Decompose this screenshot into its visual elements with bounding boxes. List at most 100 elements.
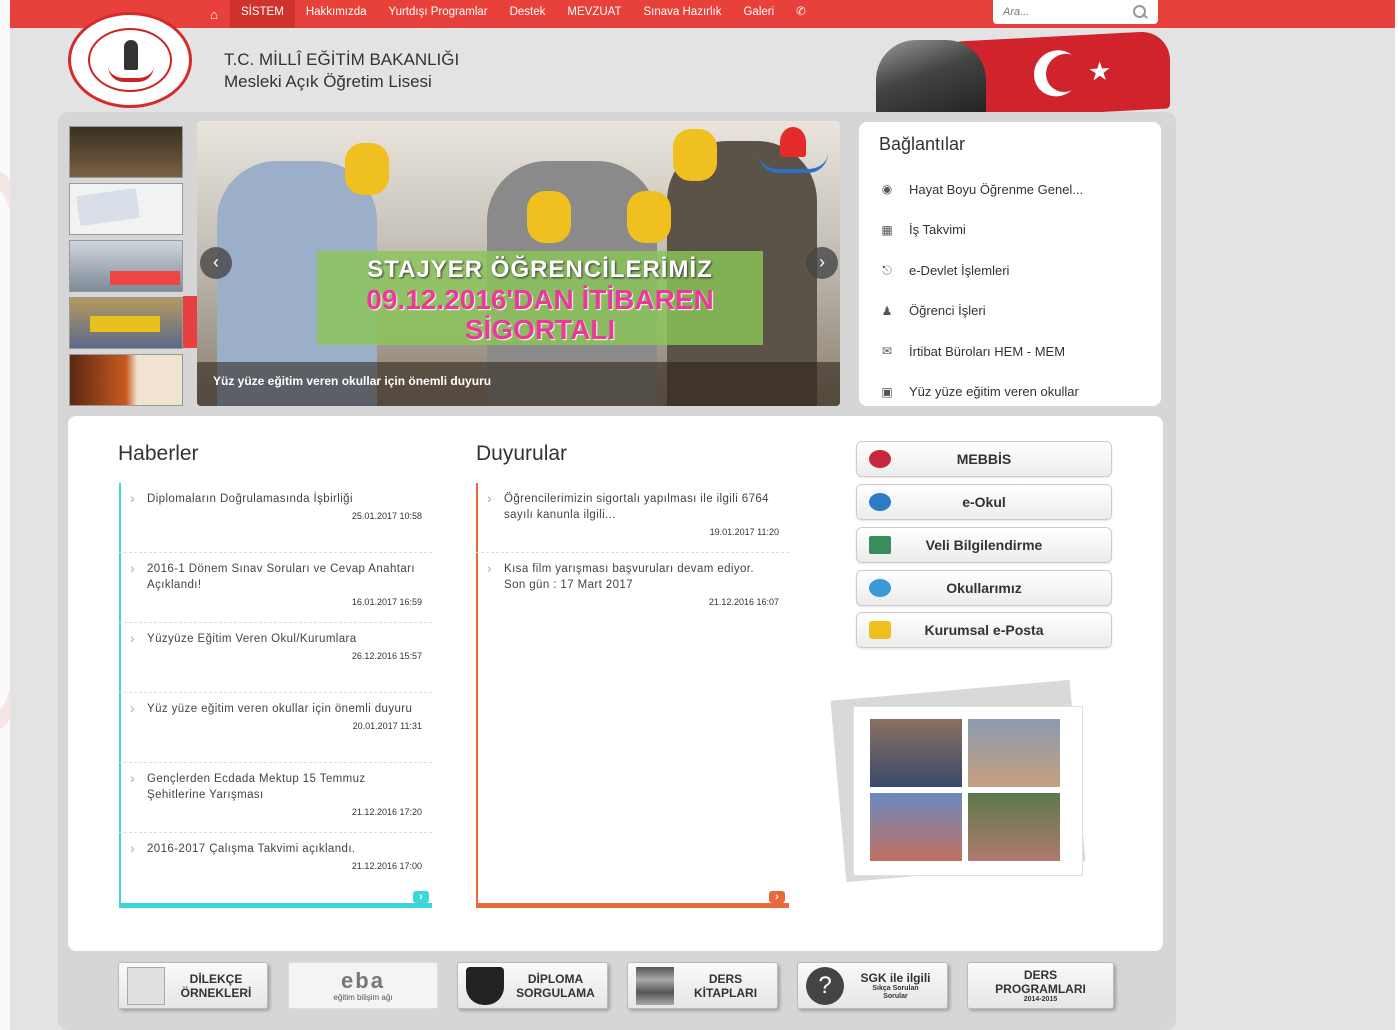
children-photo — [870, 719, 962, 787]
family-icon — [869, 536, 891, 554]
e-okul-icon — [869, 493, 891, 511]
ministry-logo[interactable] — [68, 12, 192, 108]
site-title-line2: Mesleki Açık Öğretim Lisesi — [224, 72, 432, 91]
nav-item-mevzuat[interactable]: MEVZUAT — [556, 0, 632, 28]
okullarimiz-button[interactable]: Okullarımız — [856, 570, 1112, 606]
link-e-devlet-islemleri[interactable]: ⎋ e-Devlet İşlemleri — [879, 250, 1141, 291]
link-label: İş Takvimi — [909, 222, 966, 238]
nav-item-sinava-hazirlik[interactable]: Sınava Hazırlık — [633, 0, 733, 28]
news-item[interactable]: Gençlerden Ecdada Mektup 15 Temmuz Şehit… — [119, 763, 432, 833]
e-okul-label: e-Okul — [962, 494, 1006, 510]
duyurular-list: Öğrencilerimizin sigortalı yapılması ile… — [476, 483, 789, 618]
slider-prev-arrow-icon[interactable]: ‹ — [200, 247, 232, 279]
sgk-sss-banner[interactable]: ? SGK ile ilgili Sıkça Sorulan Sorular — [797, 962, 948, 1009]
news-item[interactable]: Yüz yüze eğitim veren okullar için öneml… — [119, 693, 432, 763]
mail-icon — [869, 621, 891, 639]
slider-next-arrow-icon[interactable]: › — [806, 247, 838, 279]
meb-logo-icon — [758, 127, 830, 173]
envelope-icon: ✉ — [881, 344, 893, 359]
announcement-date: 21.12.2016 16:07 — [708, 597, 779, 607]
news-item-title: Yüz yüze eğitim veren okullar için öneml… — [147, 703, 413, 715]
books-icon — [636, 966, 674, 1005]
mebbis-icon — [869, 450, 891, 468]
nav-item-sistem[interactable]: SİSTEM — [230, 0, 295, 28]
bus-icon: ▣ — [881, 384, 893, 399]
slider-thumbnail[interactable] — [69, 354, 183, 406]
slide-headline-line3: SİGORTALI — [464, 314, 616, 345]
link-label: İrtibat Büroları HEM - MEM — [909, 343, 1066, 359]
kurumsal-eposta-button[interactable]: Kurumsal e-Posta — [856, 612, 1112, 648]
slide-headline-line2: 09.12.2016'DAN İTİBAREN — [366, 284, 714, 315]
nav-item-hakkimizda[interactable]: Hakkımızda — [295, 0, 378, 28]
slider-thumbnail[interactable] — [69, 126, 183, 178]
institution-icon: ⎋ — [882, 262, 892, 277]
link-label: Öğrenci İşleri — [909, 303, 986, 319]
phone-icon[interactable]: ✆ — [785, 0, 817, 28]
document-icon — [127, 966, 165, 1005]
announcement-date: 19.01.2017 11:20 — [709, 527, 779, 537]
news-item[interactable]: Yüzyüze Eğitim Veren Okul/Kurumlara 26.1… — [119, 623, 432, 693]
search-input[interactable] — [1003, 6, 1118, 18]
news-item-title: 2016-1 Dönem Sınav Soruları ve Cevap Ana… — [147, 563, 415, 591]
news-item-date: 21.12.2016 17:00 — [351, 861, 422, 871]
announcement-item[interactable]: Kısa film yarışması başvuruları devam ed… — [476, 553, 789, 618]
site-title: T.C. MİLLÎ EĞİTİM BAKANLIĞI Mesleki Açık… — [224, 49, 459, 93]
calendar-icon: ▦ — [881, 222, 893, 237]
links-panel: Bağlantılar ◉ Hayat Boyu Öğrenme Genel..… — [859, 122, 1161, 406]
link-label: Hayat Boyu Öğrenme Genel... — [909, 181, 1084, 197]
child-photo — [968, 793, 1060, 861]
haberler-list: Diplomaların Doğrulamasında İşbirliği 25… — [119, 483, 432, 882]
veli-bilgilendirme-button[interactable]: Veli Bilgilendirme — [856, 527, 1112, 563]
banner-line: DİPLOMA — [527, 971, 584, 986]
top-navigation: ⌂ SİSTEM Hakkımızda Yurtdışı Programlar … — [10, 0, 1395, 28]
duyurular-bottom-bar — [476, 903, 789, 908]
banner-subline: Sıkça Sorulan — [872, 984, 919, 992]
children-photo-card[interactable] — [853, 706, 1083, 876]
e-okul-button[interactable]: e-Okul — [856, 484, 1112, 520]
news-item-date: 20.01.2017 11:31 — [352, 721, 422, 731]
announcement-item[interactable]: Öğrencilerimizin sigortalı yapılması ile… — [476, 483, 789, 553]
news-item[interactable]: 2016-1 Dönem Sınav Soruları ve Cevap Ana… — [119, 553, 432, 623]
slide-headline: STAJYER ÖĞRENCİLERİMİZ 09.12.2016'DAN İT… — [317, 255, 763, 345]
haberler-more-icon[interactable]: › — [413, 891, 429, 903]
link-irtibat-burolari[interactable]: ✉ İrtibat Büroları HEM - MEM — [879, 331, 1141, 372]
announcement-title: Kısa film yarışması başvuruları devam ed… — [504, 563, 754, 591]
mebbis-label: MEBBİS — [956, 451, 1012, 467]
link-is-takvimi[interactable]: ▦ İş Takvimi — [879, 210, 1141, 251]
nav-item-galeri[interactable]: Galeri — [732, 0, 785, 28]
link-ogrenci-isleri[interactable]: ♟ Öğrenci İşleri — [879, 291, 1141, 332]
slider-thumbnail-active[interactable] — [69, 297, 183, 349]
news-item-date: 26.12.2016 15:57 — [351, 651, 422, 661]
link-hayat-boyu-ogrenme[interactable]: ◉ Hayat Boyu Öğrenme Genel... — [879, 169, 1141, 210]
banner-line: KİTAPLARI — [693, 985, 758, 1000]
slide-caption[interactable]: Yüz yüze eğitim veren okullar için öneml… — [197, 362, 840, 406]
news-slider[interactable]: STAJYER ÖĞRENCİLERİMİZ 09.12.2016'DAN İT… — [197, 121, 840, 406]
dilekce-ornekleri-banner[interactable]: DİLEKÇE ÖRNEKLERİ — [118, 962, 268, 1009]
ders-kitaplari-banner[interactable]: DERS KİTAPLARI — [627, 962, 778, 1009]
slider-thumbnail[interactable] — [69, 240, 183, 292]
nav-item-yurtdisi-programlar[interactable]: Yurtdışı Programlar — [378, 0, 499, 28]
duyurular-more-icon[interactable]: › — [769, 891, 785, 903]
news-item-title: Yüzyüze Eğitim Veren Okul/Kurumlara — [147, 633, 357, 645]
news-item-title: Diplomaların Doğrulamasında İşbirliği — [147, 493, 353, 505]
home-icon[interactable]: ⌂ — [198, 7, 230, 22]
search-box — [993, 0, 1158, 24]
eba-banner[interactable]: eba eğitim bilişim ağı — [288, 962, 438, 1009]
ders-programlari-banner[interactable]: DERS PROGRAMLARI 2014-2015 — [967, 962, 1114, 1009]
link-yuz-yuze-egitim[interactable]: ▣ Yüz yüze eğitim veren okullar — [879, 372, 1141, 413]
eba-subtitle: eğitim bilişim ağı — [333, 993, 393, 1002]
mebbis-button[interactable]: MEBBİS — [856, 441, 1112, 477]
banner-line: DERS — [1023, 967, 1058, 982]
slider-thumbnail[interactable] — [69, 183, 183, 235]
search-icon[interactable] — [1132, 4, 1148, 20]
graduation-cap-icon — [466, 966, 504, 1005]
news-item-date: 25.01.2017 10:58 — [351, 511, 422, 521]
diploma-sorgulama-banner[interactable]: DİPLOMA SORGULAMA — [457, 962, 608, 1009]
news-item[interactable]: Diplomaların Doğrulamasında İşbirliği 25… — [119, 483, 432, 553]
kurumsal-eposta-label: Kurumsal e-Posta — [924, 622, 1044, 638]
banner-line: PROGRAMLARI — [995, 981, 1086, 996]
news-item[interactable]: 2016-2017 Çalışma Takvimi açıklandı. 21.… — [119, 833, 432, 882]
nav-item-destek[interactable]: Destek — [499, 0, 557, 28]
news-item-date: 16.01.2017 16:59 — [351, 597, 422, 607]
left-margin — [0, 0, 50, 1030]
